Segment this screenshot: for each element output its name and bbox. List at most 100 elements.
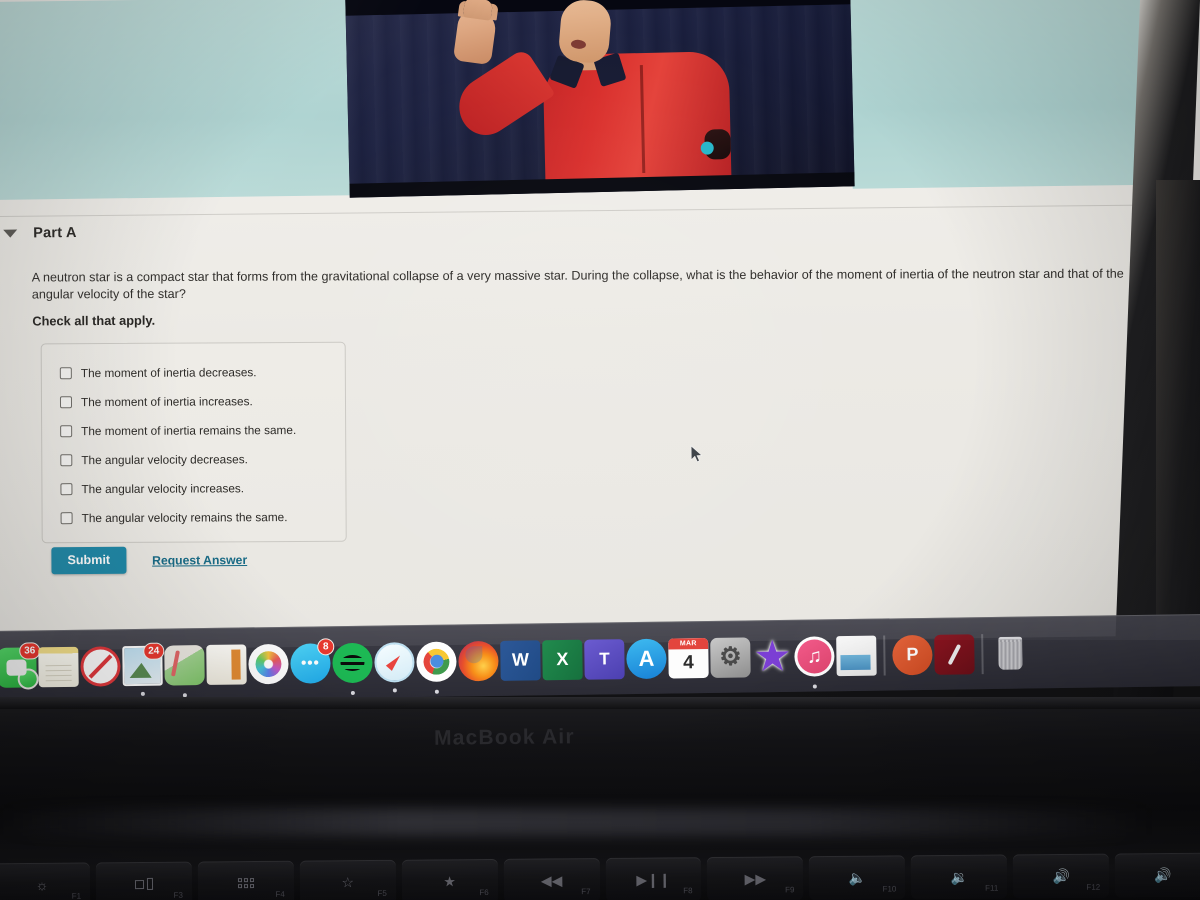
key-fn-label: F3 [173,890,183,900]
dock-item-powerpoint[interactable]: P [892,634,933,675]
key-keyboard-backlight-up-f6[interactable]: ★ F6 [401,858,498,900]
option-checkbox[interactable] [59,366,72,379]
action-row: Submit Request Answer [51,546,247,575]
dock-item-teams[interactable]: T [584,638,625,680]
laptop-reflection-band [0,808,1150,836]
play-pause-icon: ▶❙❙ [636,871,671,888]
dock-item-books[interactable] [206,643,247,685]
rewind-icon: ◀◀ [540,872,563,889]
mute-icon: 🔈 [848,869,867,886]
dock-item-chrome[interactable] [416,640,457,694]
keyboard-backlight-down-icon: ☆ [341,874,355,891]
messages-overlay-icon [17,667,39,690]
key-fn-label: F6 [479,887,489,898]
dock-item-utility-app[interactable] [934,633,975,675]
dock-item-word[interactable]: W [500,639,541,681]
dock-item-imovie[interactable] [752,636,793,677]
option-row[interactable]: The moment of inertia increases. [42,386,345,417]
key-mute-f10[interactable]: 🔈 F10 [809,855,906,900]
presenter-head [557,0,613,65]
macbook-air-model-label: MacBook Air [433,725,575,750]
dock-item-spotify[interactable] [332,642,373,695]
dock-item-photo-booth[interactable]: 24 [122,642,165,696]
volume-up-icon: 🔊 [1052,867,1070,885]
dock-item-trash[interactable] [990,633,1031,674]
dock-item-safari[interactable] [374,641,415,692]
key-rewind-f7[interactable]: ◀◀ F7 [503,858,600,900]
option-row[interactable]: The moment of inertia remains the same. [42,415,345,446]
dock-item-do-not-disturb[interactable] [80,645,121,687]
dock-item-calendar[interactable]: MAR 4 [668,637,709,679]
dock-item-itunes[interactable] [794,635,835,689]
key-volume-up-extra[interactable]: 🔊 [1114,852,1200,898]
badge-count: 36 [19,641,41,660]
browser-page: ❮ 7 of 13 ❯ [0,0,1187,646]
dock-item-system-preferences[interactable] [710,636,751,678]
running-indicator [140,691,145,696]
check-all-instruction: Check all that apply. [32,312,156,329]
dock-item-firefox[interactable] [458,640,499,681]
key-fn-label: F4 [275,889,285,899]
fast-forward-icon: ▶▶ [744,870,767,887]
dock-item-facetime[interactable]: 36 [0,641,41,690]
calendar-day-label: 4 [683,652,694,674]
option-checkbox[interactable] [60,482,73,495]
part-title: Part A [33,224,77,242]
option-label: The moment of inertia remains the same. [81,422,297,438]
answer-options-panel: The moment of inertia decreases. The mom… [40,341,347,544]
laptop-photograph: ❮ 7 of 13 ❯ [0,0,1200,900]
key-launchpad-f4[interactable]: F4 [197,860,294,900]
key-fn-label: F11 [985,883,999,893]
badge-count: 8 [317,637,335,655]
key-fn-label: F9 [785,885,795,895]
option-checkbox[interactable] [59,395,73,408]
dock-item-notes[interactable] [38,646,79,687]
request-answer-link[interactable]: Request Answer [152,553,247,568]
mission-control-icon [134,877,153,890]
section-divider [0,204,1176,218]
presenter-raised-hand [452,8,498,66]
laptop-hinge [0,697,1200,709]
option-label: The angular velocity increases. [81,480,245,496]
laptop-screen: ❮ 7 of 13 ❯ [0,0,1200,651]
key-play-pause-f8[interactable]: ▶❙❙ F8 [605,857,702,900]
option-row[interactable]: The angular velocity decreases. [42,444,345,475]
calendar-month-label: MAR [668,637,709,650]
brightness-icon: ☼ [35,876,49,893]
key-keyboard-backlight-down-f5[interactable]: ☆ F5 [299,859,396,900]
presenter-mouth [570,39,587,50]
part-a-header[interactable]: Part A [3,225,77,242]
key-volume-down-f11[interactable]: 🔉 F11 [911,854,1008,900]
triangle-down-icon[interactable] [3,229,18,238]
badge-count: 24 [143,642,165,660]
dock-item-maps[interactable] [164,644,205,697]
dock-item-messages[interactable]: 8 [290,637,335,684]
option-checkbox[interactable] [60,453,73,466]
volume-down-icon: 🔉 [950,868,969,885]
option-label: The angular velocity remains the same. [81,509,288,525]
screen-bezel-right-inner [1156,180,1200,650]
key-fn-label: F1 [71,891,82,900]
key-fast-forward-f9[interactable]: ▶▶ F9 [707,856,804,900]
dock-item-excel[interactable]: X [542,639,583,680]
dock-item-app-store[interactable] [626,638,667,679]
option-row[interactable]: The angular velocity remains the same. [43,502,346,533]
option-checkbox[interactable] [60,424,73,437]
dock-separator [883,635,886,676]
key-brightness-f1[interactable]: ☼ F1 [0,862,91,900]
option-checkbox[interactable] [60,511,73,524]
running-indicator [392,687,397,692]
dock-separator [981,633,984,674]
key-volume-up-f12[interactable]: 🔊 F12 [1012,853,1110,899]
option-label: The moment of inertia decreases. [80,364,257,380]
key-fn-label: F5 [377,888,387,898]
option-row[interactable]: The moment of inertia decreases. [42,357,345,388]
key-mission-control-f3[interactable]: F3 [95,861,193,900]
submit-button[interactable]: Submit [51,546,127,575]
option-row[interactable]: The angular velocity increases. [42,473,345,504]
lecture-video-still[interactable] [345,0,855,198]
dock-item-preview[interactable] [836,635,877,676]
dock-item-photos[interactable] [248,643,289,684]
teal-band-left [0,0,353,200]
key-fn-label: F12 [1086,882,1101,892]
